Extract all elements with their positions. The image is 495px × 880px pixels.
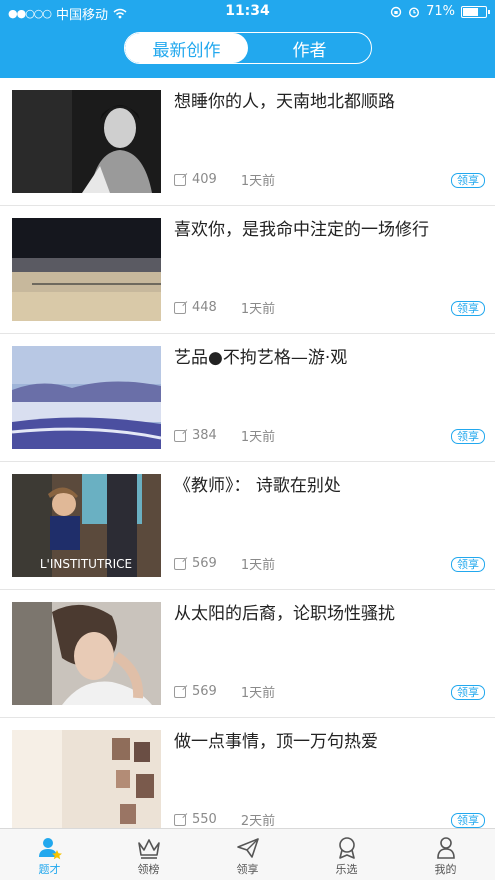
battery-icon [461, 5, 490, 18]
article-title: 《教师》： 诗歌在别处 [174, 476, 341, 496]
article-title: 想睡你的人，天南地北都顺路 [174, 92, 395, 112]
alarm-icon [409, 6, 420, 18]
battery-percent: 71% [426, 4, 455, 19]
tab-label: 我的 [434, 863, 457, 876]
tab-label: 领榜 [137, 863, 160, 876]
list-item[interactable]: 想睡你的人，天南地北都顺路 409 1天前 领享 [0, 78, 495, 206]
article-title: 从太阳的后裔，论职场性骚扰 [174, 604, 395, 624]
list-item[interactable]: L'INSTITUTRICE 《教师》： 诗歌在别处 569 1天前 领享 [0, 462, 495, 590]
share-icon [174, 685, 186, 698]
tab-talent[interactable]: 题才 [0, 829, 99, 880]
paper-plane-icon [236, 838, 259, 858]
list-item[interactable]: 做一点事情，顶一万句热爱 550 2天前 领享 [0, 718, 495, 828]
tab-label: 乐选 [335, 863, 358, 876]
badge-icon [338, 837, 355, 859]
article-title: 做一点事情，顶一万句热爱 [174, 732, 378, 752]
post-time: 1天前 [240, 430, 276, 445]
top-bar: ●●○○○ 中国移动 11:34 71% 最新创作 作者 [0, 0, 495, 78]
share-tag-button[interactable]: 领享 [451, 557, 485, 572]
post-time: 1天前 [240, 558, 276, 573]
post-time: 1天前 [240, 302, 276, 317]
rotation-lock-icon [390, 6, 402, 17]
share-icon [174, 301, 186, 314]
list-item[interactable]: 从太阳的后裔，论职场性骚扰 569 1天前 领享 [0, 590, 495, 718]
share-count: 409 [192, 172, 217, 187]
share-count: 569 [192, 556, 217, 571]
article-thumbnail [12, 346, 161, 449]
poster-title: L'INSTITUTRICE [40, 557, 132, 571]
share-tag-button[interactable]: 领享 [451, 301, 485, 316]
article-list: 想睡你的人，天南地北都顺路 409 1天前 领享 喜欢你，是我命中注定的一场修行… [0, 78, 495, 828]
share-tag-button[interactable]: 领享 [451, 685, 485, 700]
article-thumbnail [12, 730, 161, 828]
share-icon [174, 429, 186, 442]
status-bar: ●●○○○ 中国移动 11:34 71% [0, 0, 495, 24]
share-icon [174, 173, 186, 186]
article-title: 艺品●不拘艺格—游·观 [174, 348, 348, 368]
article-thumbnail [12, 218, 161, 321]
bottom-tab-bar: 题才 领榜 领享 乐选 我的 [0, 828, 495, 880]
post-time: 2天前 [240, 814, 276, 828]
tab-share[interactable]: 领享 [198, 829, 297, 880]
share-count: 448 [192, 300, 217, 315]
person-icon [436, 837, 455, 859]
share-icon [174, 813, 186, 826]
article-thumbnail [12, 602, 161, 705]
share-tag-button[interactable]: 领享 [451, 429, 485, 444]
article-thumbnail: L'INSTITUTRICE [12, 474, 161, 577]
list-item[interactable]: 艺品●不拘艺格—游·观 384 1天前 领享 [0, 334, 495, 462]
tab-label: 领享 [236, 863, 259, 876]
tab-ranking[interactable]: 领榜 [99, 829, 198, 880]
tab-label: 题才 [38, 863, 61, 876]
share-count: 384 [192, 428, 217, 443]
post-time: 1天前 [240, 686, 276, 701]
share-tag-button[interactable]: 领享 [451, 813, 485, 828]
share-count: 569 [192, 684, 217, 699]
article-title: 喜欢你，是我命中注定的一场修行 [174, 220, 429, 240]
share-count: 550 [192, 812, 217, 827]
share-icon [174, 557, 186, 570]
tab-authors[interactable]: 作者 [248, 33, 371, 63]
list-item[interactable]: 喜欢你，是我命中注定的一场修行 448 1天前 领享 [0, 206, 495, 334]
user-star-icon [38, 838, 62, 860]
share-tag-button[interactable]: 领享 [451, 173, 485, 188]
post-time: 1天前 [240, 174, 276, 189]
tab-mine[interactable]: 我的 [396, 829, 495, 880]
tab-select[interactable]: 乐选 [297, 829, 396, 880]
crown-icon [137, 839, 160, 859]
tab-latest-works[interactable]: 最新创作 [125, 33, 248, 63]
segment-control: 最新创作 作者 [124, 32, 372, 64]
article-thumbnail [12, 90, 161, 193]
